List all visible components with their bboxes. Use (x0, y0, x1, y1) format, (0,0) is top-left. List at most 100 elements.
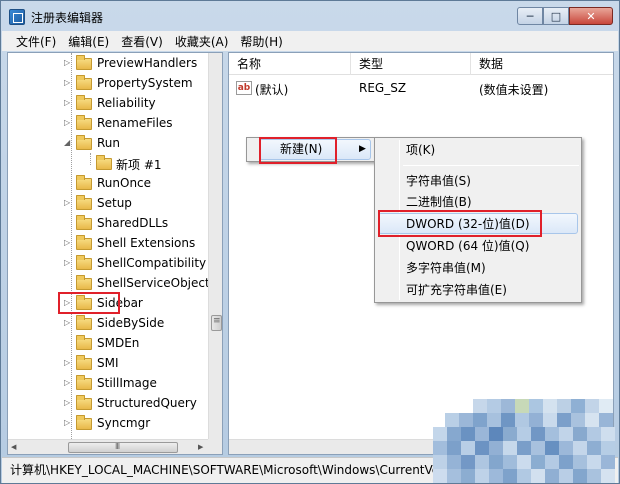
folder-icon (76, 215, 92, 230)
mosaic-tile (433, 427, 447, 441)
mosaic-tile (501, 413, 515, 427)
tree-item-shellcompatibility[interactable]: ▷ ShellCompatibility (8, 253, 208, 273)
mosaic-tile (473, 413, 487, 427)
menu-file[interactable]: 文件(F) (10, 33, 62, 50)
expand-arrow-icon[interactable]: ▷ (64, 59, 72, 67)
mosaic-tile (573, 427, 587, 441)
tree-item-stillimage[interactable]: ▷ StillImage (8, 373, 208, 393)
expand-arrow-icon[interactable]: ▷ (64, 379, 72, 387)
menu-view[interactable]: 查看(V) (115, 33, 169, 50)
tree-item-smi[interactable]: ▷ SMI (8, 353, 208, 373)
scroll-left-arrow-icon[interactable]: ◀ (11, 443, 16, 451)
tree-item-run[interactable]: ◢ Run (8, 133, 208, 153)
expand-arrow-icon[interactable]: ▷ (64, 239, 72, 247)
expand-arrow-icon[interactable]: ▷ (64, 99, 72, 107)
regedit-window: 注册表编辑器 ─ □ ✕ 文件(F) 编辑(E) 查看(V) 收藏夹(A) 帮助… (0, 0, 620, 484)
tree-item-reliability[interactable]: ▷ Reliability (8, 93, 208, 113)
mosaic-tile (517, 455, 531, 469)
tree-item-shareddlls[interactable]: SharedDLLs (8, 213, 208, 233)
menu-favorites[interactable]: 收藏夹(A) (169, 33, 235, 50)
folder-icon (76, 275, 92, 290)
tree-vertical-scrollbar[interactable] (208, 53, 222, 439)
mosaic-tile (475, 455, 489, 469)
mosaic-tile (559, 427, 573, 441)
tree-item-propertysystem[interactable]: ▷ PropertySystem (8, 73, 208, 93)
mosaic-tile (529, 399, 543, 413)
value-row[interactable]: ab (默认) REG_SZ (数值未设置) (229, 79, 613, 99)
tree-item-label: SideBySide (97, 316, 165, 330)
tree-item-runonce[interactable]: RunOnce (8, 173, 208, 193)
tree-item-previewhandlers[interactable]: ▷ PreviewHandlers (8, 53, 208, 73)
tree-item-syncmgr[interactable]: ▷ Syncmgr (8, 413, 208, 433)
expand-arrow-icon[interactable]: ▷ (64, 79, 72, 87)
vertical-scroll-thumb[interactable] (211, 315, 222, 331)
scroll-right-arrow-icon[interactable]: ▶ (198, 443, 203, 451)
new-menu-highlight-box (259, 137, 337, 164)
title-bar[interactable]: 注册表编辑器 ─ □ ✕ (1, 1, 619, 33)
mosaic-tile (557, 399, 571, 413)
mosaic-tile (531, 455, 545, 469)
expand-arrow-icon[interactable]: ▷ (64, 399, 72, 407)
mosaic-tile (531, 469, 545, 483)
context-menu: 新建(N) ▶ (246, 137, 376, 164)
mosaic-tile (433, 441, 447, 455)
folder-icon (76, 375, 92, 390)
tree-item-structuredquery[interactable]: ▷ StructuredQuery (8, 393, 208, 413)
collapse-arrow-icon[interactable]: ◢ (64, 139, 72, 147)
mosaic-tile (433, 469, 447, 483)
submenu-item-string-value[interactable]: 字符串值(S) (406, 170, 471, 192)
expand-arrow-icon[interactable]: ▷ (64, 319, 72, 327)
horizontal-scroll-thumb[interactable] (68, 442, 178, 453)
folder-icon (76, 175, 92, 190)
tree-item-shellserviceobject[interactable]: ShellServiceObjectD (8, 273, 219, 293)
submenu-item-multi-string-value[interactable]: 多字符串值(M) (406, 257, 486, 279)
expand-arrow-icon[interactable]: ▷ (64, 119, 72, 127)
registry-key-tree[interactable]: ▷ PreviewHandlers ▷ PropertySystem ▷ Rel… (7, 52, 223, 455)
tree-item-new-key[interactable]: 新项 #1 (8, 153, 208, 173)
close-button[interactable]: ✕ (569, 7, 613, 25)
mosaic-tile (559, 469, 573, 483)
column-header-data[interactable]: 数据 (471, 53, 613, 75)
maximize-button[interactable]: □ (543, 7, 569, 25)
tree-item-label: 新项 #1 (116, 158, 162, 172)
column-header-type[interactable]: 类型 (351, 53, 471, 75)
minimize-button[interactable]: ─ (517, 7, 543, 25)
column-header-name[interactable]: 名称 (229, 53, 351, 75)
mosaic-tile (601, 455, 615, 469)
mosaic-tile (517, 427, 531, 441)
expand-arrow-icon[interactable]: ▷ (64, 199, 72, 207)
tree-item-setup[interactable]: ▷ Setup (8, 193, 208, 213)
expand-arrow-icon[interactable]: ▷ (64, 259, 72, 267)
tree-item-sidebyside[interactable]: ▷ SideBySide (8, 313, 208, 333)
tree-item-renamefiles[interactable]: ▷ RenameFiles (8, 113, 208, 133)
mosaic-tile (543, 399, 557, 413)
folder-icon (76, 355, 92, 370)
menu-edit[interactable]: 编辑(E) (62, 33, 115, 50)
mosaic-tile (545, 455, 559, 469)
mosaic-tile (585, 413, 599, 427)
pixelated-watermark (433, 399, 620, 484)
menu-help[interactable]: 帮助(H) (234, 33, 288, 50)
tree-horizontal-scrollbar[interactable]: ◀ ▶ (8, 439, 208, 454)
expand-arrow-icon[interactable]: ▷ (64, 359, 72, 367)
mosaic-tile (515, 399, 529, 413)
folder-icon (76, 55, 92, 70)
mosaic-tile (571, 399, 585, 413)
mosaic-tile (489, 469, 503, 483)
mosaic-tile (587, 427, 601, 441)
tree-item-smden[interactable]: SMDEn (8, 333, 208, 353)
mosaic-tile (487, 413, 501, 427)
submenu-item-qword-value[interactable]: QWORD (64 位)值(Q) (406, 235, 529, 257)
folder-icon (76, 315, 92, 330)
sidebar-highlight-box (58, 292, 120, 314)
tree-item-label: ShellCompatibility (97, 256, 207, 270)
mosaic-tile (503, 455, 517, 469)
mosaic-tile (475, 427, 489, 441)
scroll-corner (208, 439, 222, 454)
submenu-item-expandable-string-value[interactable]: 可扩充字符串值(E) (406, 279, 507, 301)
submenu-item-key[interactable]: 项(K) (406, 139, 435, 161)
tree-item-shell-extensions[interactable]: ▷ Shell Extensions (8, 233, 208, 253)
expand-arrow-icon[interactable]: ▷ (64, 419, 72, 427)
tree-item-label: SMDEn (97, 336, 140, 350)
tree-item-label: Run (97, 136, 121, 150)
